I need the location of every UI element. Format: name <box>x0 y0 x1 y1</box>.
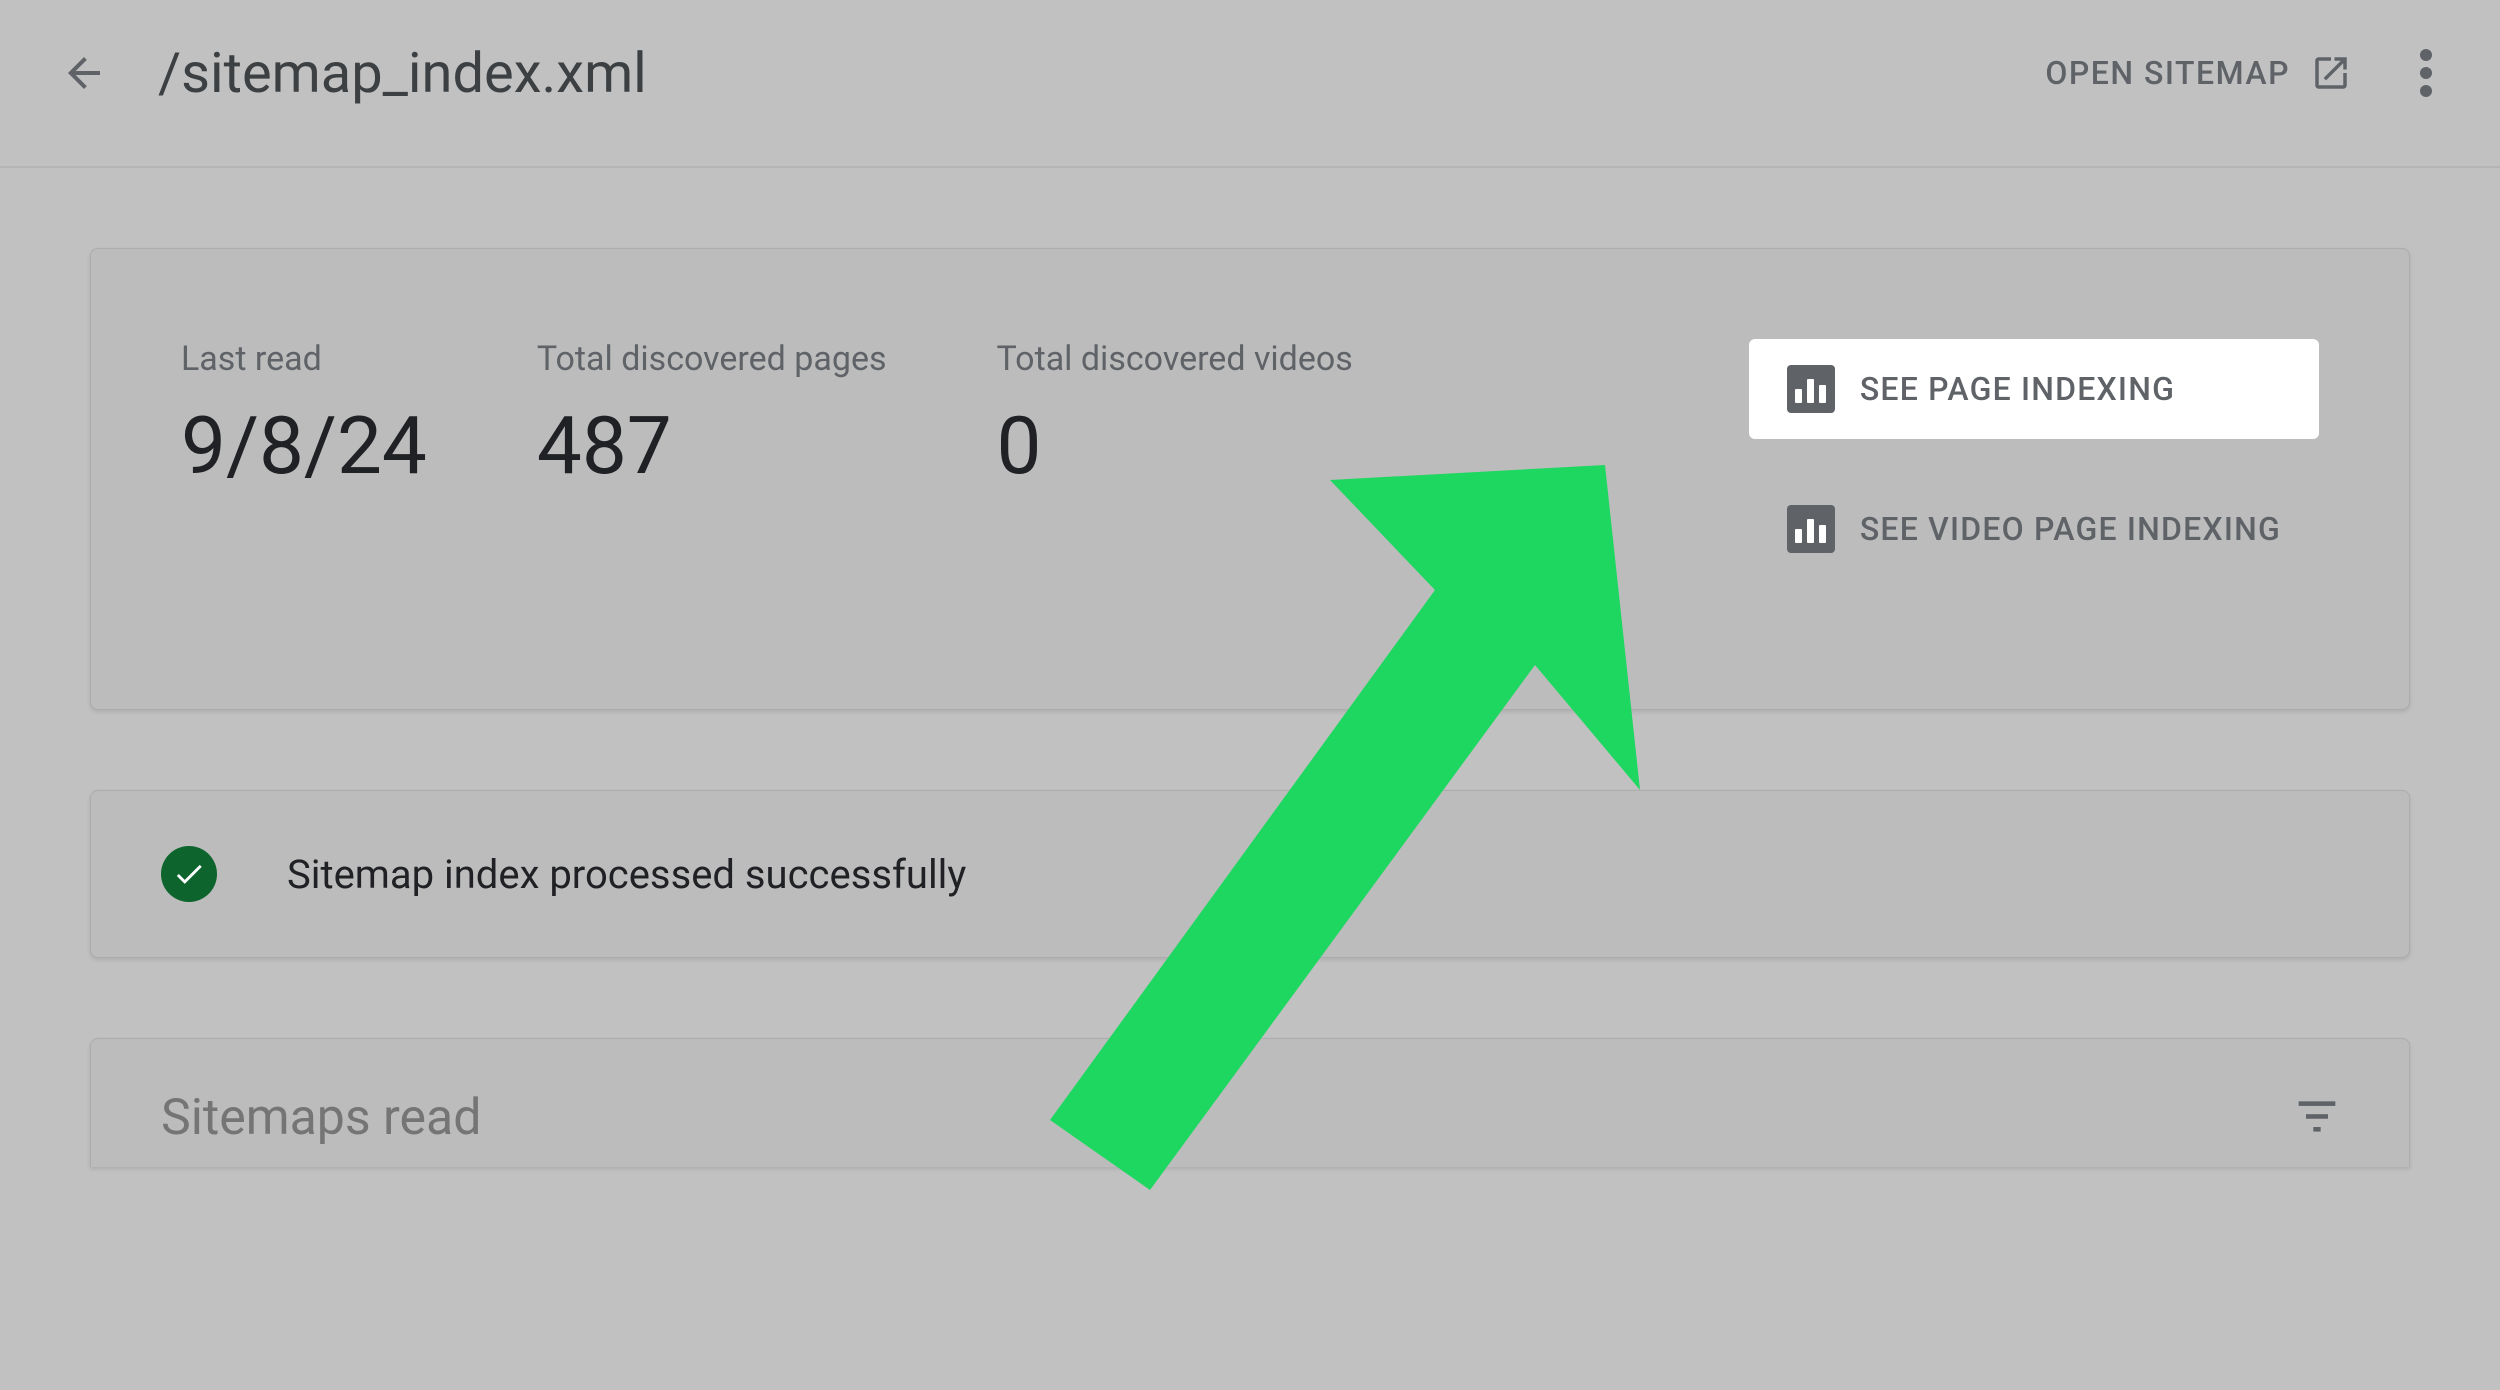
status-card: Sitemap index processed successfully <box>90 790 2410 958</box>
back-button[interactable] <box>60 49 108 97</box>
stat-label: Last read <box>181 339 427 379</box>
arrow-back-icon <box>60 49 108 97</box>
filter-icon <box>2295 1094 2339 1138</box>
sitemaps-read-card: Sitemaps read <box>90 1038 2410 1167</box>
stat-last-read: Last read 9/8/24 <box>181 339 427 493</box>
action-label: SEE VIDEO PAGE INDEXING <box>1860 510 2281 548</box>
action-label: SEE PAGE INDEXING <box>1860 370 2175 408</box>
stat-label: Total discovered pages <box>537 339 887 379</box>
header-right: OPEN SITEMAP <box>2045 49 2450 97</box>
stat-value: 9/8/24 <box>181 399 427 493</box>
stat-value: 487 <box>537 399 887 493</box>
filter-button[interactable] <box>2295 1094 2339 1142</box>
more-vert-icon <box>2420 49 2432 97</box>
success-check-icon <box>161 846 217 902</box>
sitemaps-title: Sitemaps read <box>161 1089 481 1147</box>
stats-card: Last read 9/8/24 Total discovered pages … <box>90 248 2410 710</box>
main-content: Last read 9/8/24 Total discovered pages … <box>0 168 2500 1167</box>
page-header: /sitemap_index.xml OPEN SITEMAP <box>0 0 2500 168</box>
status-message: Sitemap index processed successfully <box>287 851 966 898</box>
stat-total-pages: Total discovered pages 487 <box>537 339 887 493</box>
open-external-icon <box>2310 52 2352 94</box>
bar-chart-icon <box>1787 505 1835 553</box>
stat-total-videos: Total discovered videos 0 <box>997 339 1353 493</box>
page-title: /sitemap_index.xml <box>158 40 647 106</box>
open-sitemap-label: OPEN SITEMAP <box>2045 54 2290 92</box>
stat-value: 0 <box>997 399 1353 493</box>
see-video-indexing-button[interactable]: SEE VIDEO PAGE INDEXING <box>1749 479 2319 579</box>
open-sitemap-button[interactable]: OPEN SITEMAP <box>2045 52 2352 94</box>
stat-label: Total discovered videos <box>997 339 1353 379</box>
bar-chart-icon <box>1787 365 1835 413</box>
stats-group: Last read 9/8/24 Total discovered pages … <box>181 339 1353 493</box>
indexing-actions: SEE PAGE INDEXING SEE VIDEO PAGE INDEXIN… <box>1749 339 2319 579</box>
see-page-indexing-button[interactable]: SEE PAGE INDEXING <box>1749 339 2319 439</box>
header-left: /sitemap_index.xml <box>60 40 647 106</box>
more-menu-button[interactable] <box>2402 49 2450 97</box>
